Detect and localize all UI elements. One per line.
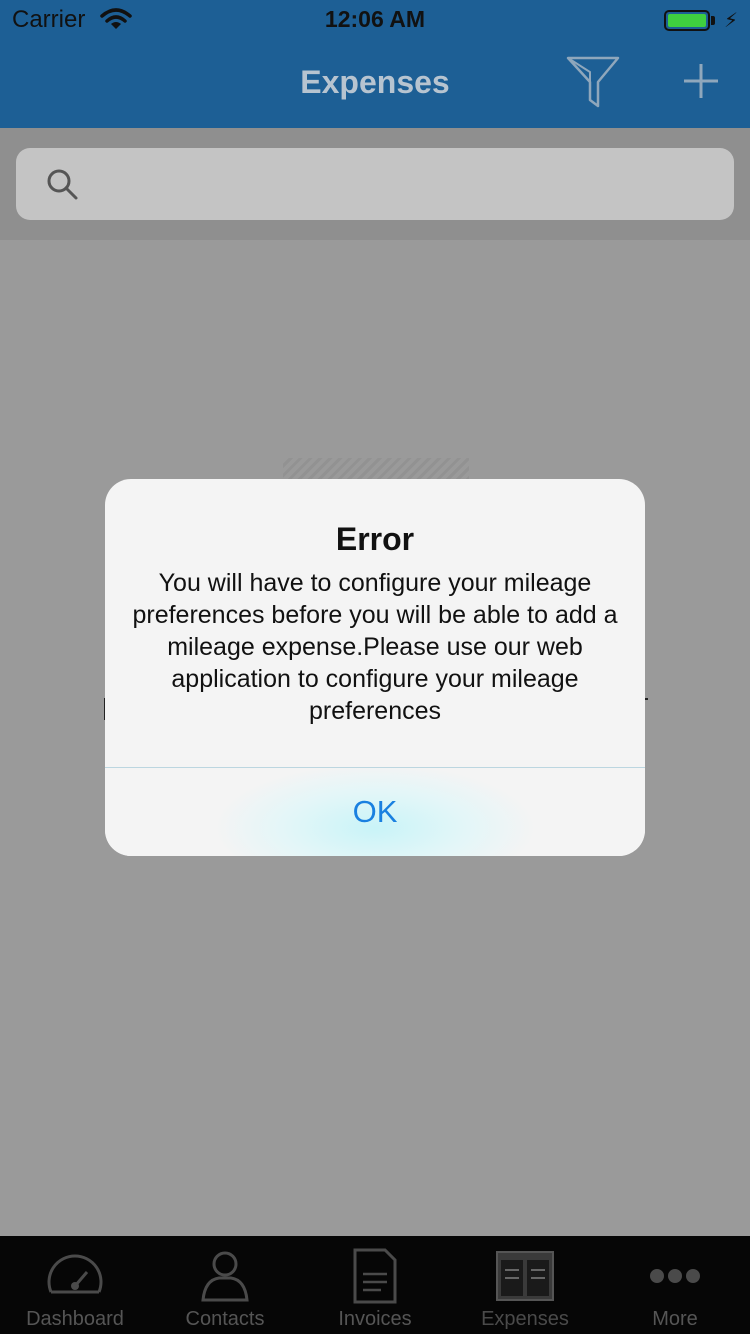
expenses-icon <box>496 1251 554 1301</box>
filter-icon <box>566 56 620 108</box>
plus-icon <box>684 64 718 98</box>
tab-label: Contacts <box>185 1308 265 1330</box>
alert-message: You will have to configure your mileage … <box>132 569 618 725</box>
tab-label: More <box>652 1308 698 1330</box>
tab-dashboard[interactable]: Dashboard <box>0 1236 150 1334</box>
search-icon <box>47 169 78 200</box>
tab-bar: Dashboard Contacts Invoices Expenses Mor… <box>0 1236 750 1334</box>
tab-invoices[interactable]: Invoices <box>300 1236 450 1334</box>
tab-expenses[interactable]: Expenses <box>450 1236 600 1334</box>
tab-label: Dashboard <box>26 1308 124 1330</box>
tab-label: Expenses <box>481 1308 569 1330</box>
battery-icon <box>664 10 710 31</box>
document-icon <box>353 1248 397 1304</box>
tab-more[interactable]: More <box>600 1236 750 1334</box>
page-title: Expenses <box>300 64 450 100</box>
tab-label: Invoices <box>338 1308 412 1330</box>
person-icon <box>201 1251 249 1302</box>
add-expense-button[interactable] <box>676 56 726 106</box>
battery-cap <box>711 16 715 25</box>
search-box[interactable] <box>16 148 734 220</box>
search-bar-container <box>0 128 750 240</box>
more-dots-icon <box>650 1269 700 1283</box>
tab-contacts[interactable]: Contacts <box>150 1236 300 1334</box>
status-time: 12:06 AM <box>324 6 426 32</box>
navigation-bar: Carrier 12:06 AM ⚡ Expenses <box>0 0 750 128</box>
speedometer-icon <box>47 1254 103 1294</box>
charging-bolt-icon: ⚡ <box>723 10 738 32</box>
error-alert-dialog: Error You will have to configure your mi… <box>105 479 645 856</box>
empty-state-graphic <box>283 458 469 480</box>
status-bar: Carrier 12:06 AM ⚡ <box>0 0 750 40</box>
search-input[interactable] <box>96 166 716 202</box>
filter-button[interactable] <box>560 52 626 112</box>
alert-title: Error <box>335 521 415 557</box>
ok-button[interactable]: OK <box>105 768 645 856</box>
